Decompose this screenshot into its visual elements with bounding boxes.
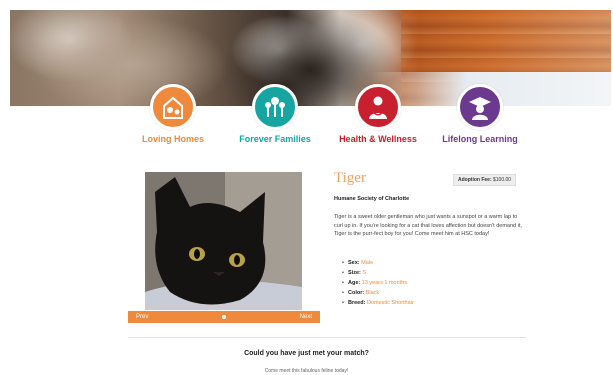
adoption-fee-badge: Adoption Fee: $100.00 <box>453 174 517 186</box>
match-headline: Could you have just met your match? <box>244 350 369 357</box>
category-label: Forever Families <box>239 134 311 144</box>
prev-button[interactable]: Prev <box>136 314 148 320</box>
section-divider <box>128 337 526 338</box>
pet-facts-list: Sex: Male Size: S Age: 13 years 1 months… <box>342 258 414 308</box>
category-lifelong-learning[interactable]: Lifelong Learning <box>430 84 530 144</box>
doctor-icon <box>355 84 401 130</box>
home-pets-icon <box>150 84 196 130</box>
category-health-wellness[interactable]: Health & Wellness <box>328 84 428 144</box>
fact-color: Color: Black <box>342 288 414 298</box>
organization-name: Humane Society of Charlotte <box>334 196 410 202</box>
pet-name: Tiger <box>334 170 366 186</box>
pet-description: Tiger is a sweet older gentleman who jus… <box>334 214 522 237</box>
category-forever-families[interactable]: Forever Families <box>225 84 325 144</box>
black-cat-image <box>145 172 302 310</box>
fact-age: Age: 13 years 1 months <box>342 278 414 288</box>
fact-sex: Sex: Male <box>342 258 414 268</box>
match-subline: Come meet this fabulous feline today! <box>264 368 349 374</box>
adoption-fee-value: $100.00 <box>493 177 512 183</box>
pet-photo[interactable] <box>145 172 302 310</box>
category-label: Loving Homes <box>141 134 204 144</box>
family-tree-icon <box>252 84 298 130</box>
gallery-pager: Prev Next <box>128 311 320 323</box>
fact-breed: Breed: Domestic Shorthair <box>342 298 414 308</box>
category-label: Health & Wellness <box>339 134 417 144</box>
fact-size: Size: S <box>342 268 414 278</box>
adoption-fee-label: Adoption Fee: <box>458 177 492 183</box>
graduate-icon <box>457 84 503 130</box>
category-label: Lifelong Learning <box>442 134 518 144</box>
category-loving-homes[interactable]: Loving Homes <box>123 84 223 144</box>
next-button[interactable]: Next <box>300 314 312 320</box>
gallery-dot[interactable] <box>222 315 226 319</box>
